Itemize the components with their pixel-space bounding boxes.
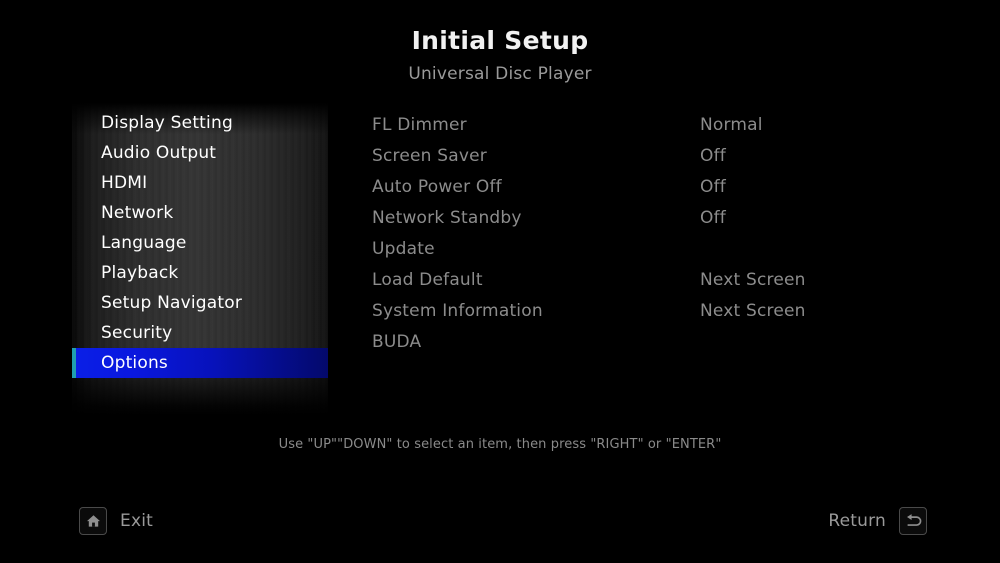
sidebar-item-label: Display Setting — [101, 113, 233, 133]
sidebar-item-label: HDMI — [101, 173, 148, 193]
tv-setup-screen: Initial Setup Universal Disc Player Disp… — [0, 0, 1000, 563]
setting-label: System Information — [372, 301, 543, 321]
sidebar-item-playback[interactable]: Playback — [72, 258, 328, 288]
sidebar-item-label: Network — [101, 203, 174, 223]
navigation-hint: Use "UP""DOWN" to select an item, then p… — [278, 437, 722, 452]
setting-label: Network Standby — [372, 208, 522, 228]
setting-row-update[interactable]: Update — [372, 234, 932, 265]
setting-value: Next Screen — [700, 301, 806, 321]
page-title: Initial Setup — [411, 26, 589, 55]
setting-row-fl-dimmer[interactable]: FL Dimmer Normal — [372, 110, 932, 141]
setting-value: Normal — [700, 115, 763, 135]
setting-label: Screen Saver — [372, 146, 487, 166]
return-label: Return — [828, 511, 886, 531]
sidebar-item-label: Audio Output — [101, 143, 217, 163]
sidebar-item-hdmi[interactable]: HDMI — [72, 168, 328, 198]
sidebar-item-language[interactable]: Language — [72, 228, 328, 258]
setting-value: Off — [700, 177, 726, 197]
page-subtitle: Universal Disc Player — [408, 63, 592, 84]
exit-button[interactable]: Exit — [79, 507, 153, 535]
setting-row-buda[interactable]: BUDA — [372, 327, 932, 358]
setting-row-screen-saver[interactable]: Screen Saver Off — [372, 141, 932, 172]
setting-row-load-default[interactable]: Load Default Next Screen — [372, 265, 932, 296]
sidebar-item-label: Security — [101, 323, 173, 343]
setting-label: Auto Power Off — [372, 177, 502, 197]
header: Initial Setup Universal Disc Player — [0, 0, 1000, 84]
return-button[interactable]: Return — [828, 507, 927, 535]
sidebar-item-label: Playback — [101, 263, 179, 283]
setting-row-network-standby[interactable]: Network Standby Off — [372, 203, 932, 234]
sidebar-item-label: Options — [101, 353, 168, 373]
setting-value: Off — [700, 146, 726, 166]
sidebar-item-audio-output[interactable]: Audio Output — [72, 138, 328, 168]
sidebar-item-options[interactable]: Options — [72, 348, 328, 378]
sidebar-item-label: Setup Navigator — [101, 293, 243, 313]
sidebar-item-security[interactable]: Security — [72, 318, 328, 348]
category-sidebar: Display Setting Audio Output HDMI Networ… — [72, 103, 328, 415]
sidebar-item-display-setting[interactable]: Display Setting — [72, 108, 328, 138]
setting-row-auto-power-off[interactable]: Auto Power Off Off — [372, 172, 932, 203]
setting-label: BUDA — [372, 332, 422, 352]
sidebar-item-setup-navigator[interactable]: Setup Navigator — [72, 288, 328, 318]
return-arrow-icon — [899, 507, 927, 535]
sidebar-item-label: Language — [101, 233, 187, 253]
sidebar-list: Display Setting Audio Output HDMI Networ… — [72, 108, 328, 378]
settings-list: FL Dimmer Normal Screen Saver Off Auto P… — [372, 110, 932, 358]
setting-label: Update — [372, 239, 435, 259]
setting-row-system-information[interactable]: System Information Next Screen — [372, 296, 932, 327]
exit-label: Exit — [120, 511, 153, 531]
setting-label: Load Default — [372, 270, 483, 290]
setting-value: Next Screen — [700, 270, 806, 290]
home-icon — [79, 507, 107, 535]
setting-value: Off — [700, 208, 726, 228]
sidebar-item-network[interactable]: Network — [72, 198, 328, 228]
setting-label: FL Dimmer — [372, 115, 467, 135]
